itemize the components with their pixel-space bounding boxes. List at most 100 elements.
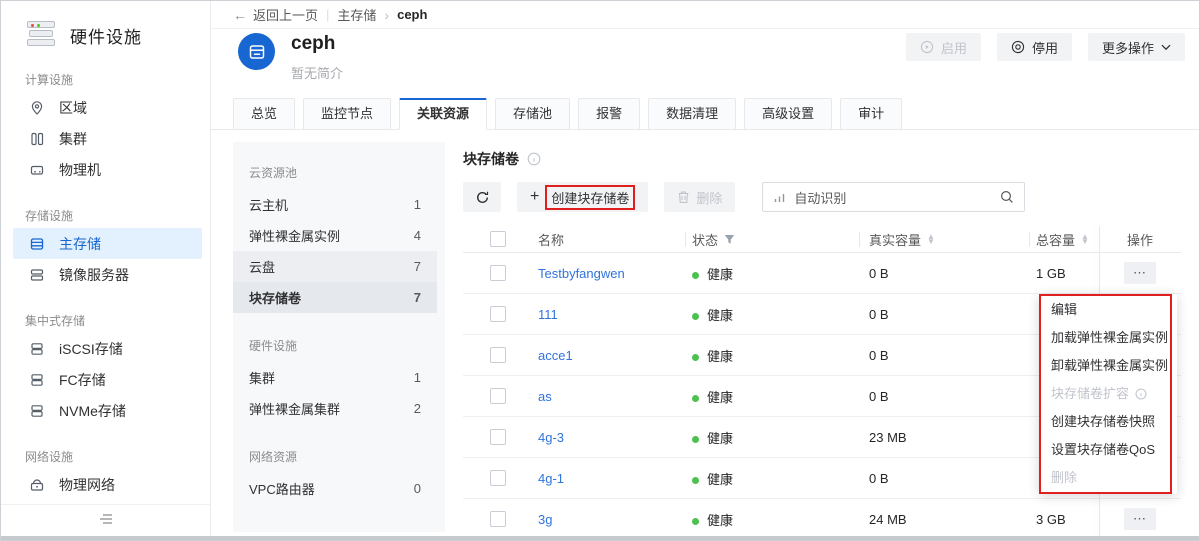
storage-entity-icon [238,33,275,70]
sidebar-item-iscsi-storage[interactable]: iSCSI存储 [1,333,210,364]
row-checkbox[interactable] [490,429,506,445]
row-checkbox[interactable] [490,347,506,363]
table-row[interactable]: 3g 健康 24 MB 3 GB ⋯ [463,499,1181,540]
create-volume-button[interactable]: + 创建块存储卷 [517,182,648,212]
sidebar-item-image-server[interactable]: 镜像服务器 [1,259,210,290]
menu-item-delete[interactable]: 删除 [1039,464,1177,492]
sidebar-item-nvme-storage[interactable]: NVMe存储 [1,395,210,426]
enable-button[interactable]: 启用 [906,33,981,61]
breadcrumb-parent[interactable]: 主存储 [337,5,376,24]
sidebar-item-physical-machine[interactable]: 物理机 [1,154,210,185]
menu-item-edit[interactable]: 编辑 [1039,296,1177,324]
volume-name-link[interactable]: as [538,389,552,404]
cluster-icon [29,131,45,147]
sidebar-section-compute: 计算设施 [1,71,210,88]
filter-icon[interactable] [724,234,735,245]
status-text: 健康 [707,472,733,487]
subnav-item-block-volume[interactable]: 块存储卷 7 [233,282,437,313]
sidebar-item-label: 区域 [59,98,87,118]
column-header-real-capacity[interactable]: 真实容量 ▲▼ [859,230,1029,249]
delete-button[interactable]: 删除 [664,182,735,212]
sidebar-item-fc-storage[interactable]: FC存储 [1,364,210,395]
subnav-count: 4 [414,228,421,243]
sidebar-item-physical-network[interactable]: 物理网络 [1,469,210,500]
sidebar-item-cluster[interactable]: 集群 [1,123,210,154]
app-logo: 硬件设施 [1,1,210,49]
volume-name-link[interactable]: 3g [538,512,552,527]
status-dot [692,477,699,484]
status-dot [692,354,699,361]
status-dot [692,272,699,279]
row-checkbox[interactable] [490,511,506,527]
row-checkbox[interactable] [490,388,506,404]
tab-data-cleanup[interactable]: 数据清理 [648,98,736,130]
subnav-item-vm[interactable]: 云主机 1 [233,189,437,220]
tab-advanced-settings[interactable]: 高级设置 [744,98,832,130]
tab-audit[interactable]: 审计 [840,98,902,130]
chevron-down-icon [1161,44,1171,51]
search-icon[interactable] [1000,190,1014,204]
sidebar-item-label: NVMe存储 [59,401,126,421]
more-actions-button[interactable]: 更多操作 [1088,33,1185,61]
select-all-checkbox[interactable] [490,231,506,247]
filter-bars-icon [773,191,786,204]
tab-alarms[interactable]: 报警 [578,98,640,130]
volume-name-link[interactable]: 4g-3 [538,430,564,445]
sort-icon[interactable]: ▲▼ [1081,234,1089,244]
volume-name-link[interactable]: acce1 [538,348,573,363]
app-title: 硬件设施 [70,23,142,48]
volume-name-link[interactable]: Testbyfangwen [538,266,625,281]
volume-name-link[interactable]: 4g-1 [538,471,564,486]
row-more-actions-button[interactable]: ⋯ [1124,262,1156,284]
column-header-total-capacity[interactable]: 总容量 ▲▼ [1029,230,1099,249]
info-icon [527,152,541,166]
sidebar-item-primary-storage[interactable]: 主存储 [13,228,202,259]
subnav-item-vpc-router[interactable]: VPC路由器 0 [233,473,437,504]
row-more-actions-button[interactable]: ⋯ [1124,508,1156,530]
disable-button[interactable]: 停用 [997,33,1072,61]
back-arrow-icon: ← [233,7,247,23]
chevron-right-icon: › [384,7,389,23]
column-header-status[interactable]: 状态 [685,230,859,249]
menu-item-expand-volume[interactable]: 块存储卷扩容 [1039,380,1177,408]
sidebar-item-label: 主存储 [59,234,101,254]
subnav-item-cluster[interactable]: 集群 1 [233,362,437,393]
row-checkbox[interactable] [490,265,506,281]
subnav-label: 弹性裸金属集群 [249,399,340,418]
menu-item-set-qos[interactable]: 设置块存储卷QoS [1039,436,1177,464]
column-header-name[interactable]: 名称 [511,230,685,249]
menu-item-create-snapshot[interactable]: 创建块存储卷快照 [1039,408,1177,436]
back-link[interactable]: ← 返回上一页 [233,5,318,24]
tab-overview[interactable]: 总览 [233,98,295,130]
subnav-item-cloud-disk[interactable]: 云盘 7 [233,251,437,282]
table-header: 名称 状态 真实容量 ▲▼ [463,226,1181,253]
subnav-label: VPC路由器 [249,479,315,498]
tab-associated-resources[interactable]: 关联资源 [399,98,487,130]
column-label: 真实容量 [869,230,921,249]
menu-item-attach-baremetal[interactable]: 加载弹性裸金属实例 [1039,324,1177,352]
sidebar-collapse-button[interactable] [1,504,210,536]
subnav-count: 7 [414,259,421,274]
subnav-item-baremetal-cluster[interactable]: 弹性裸金属集群 2 [233,393,437,424]
stop-circle-icon [1011,40,1025,54]
tab-monitor-nodes[interactable]: 监控节点 [303,98,391,130]
table-row[interactable]: Testbyfangwen 健康 0 B 1 GB ⋯ [463,253,1181,294]
subnav-group-hardware: 硬件设施 [233,327,445,362]
create-volume-label: 创建块存储卷 [551,191,629,206]
sidebar-section-network: 网络设施 [1,448,210,465]
menu-item-detach-baremetal[interactable]: 卸载弹性裸金属实例 [1039,352,1177,380]
status-text: 健康 [707,513,733,528]
tab-storage-pools[interactable]: 存储池 [495,98,570,130]
sidebar-item-label: iSCSI存储 [59,339,123,359]
row-checkbox[interactable] [490,306,506,322]
subnav-item-baremetal-instance[interactable]: 弹性裸金属实例 4 [233,220,437,251]
subnav-group-network: 网络资源 [233,438,445,473]
search-input[interactable]: 自动识别 [762,182,1025,212]
volume-name-link[interactable]: 111 [538,307,558,322]
sidebar-item-zone[interactable]: 区域 [1,92,210,123]
collapse-icon [98,512,114,530]
refresh-button[interactable] [463,182,501,212]
sidebar-item-label: 镜像服务器 [59,265,129,285]
row-checkbox[interactable] [490,470,506,486]
sort-icon[interactable]: ▲▼ [927,234,935,244]
